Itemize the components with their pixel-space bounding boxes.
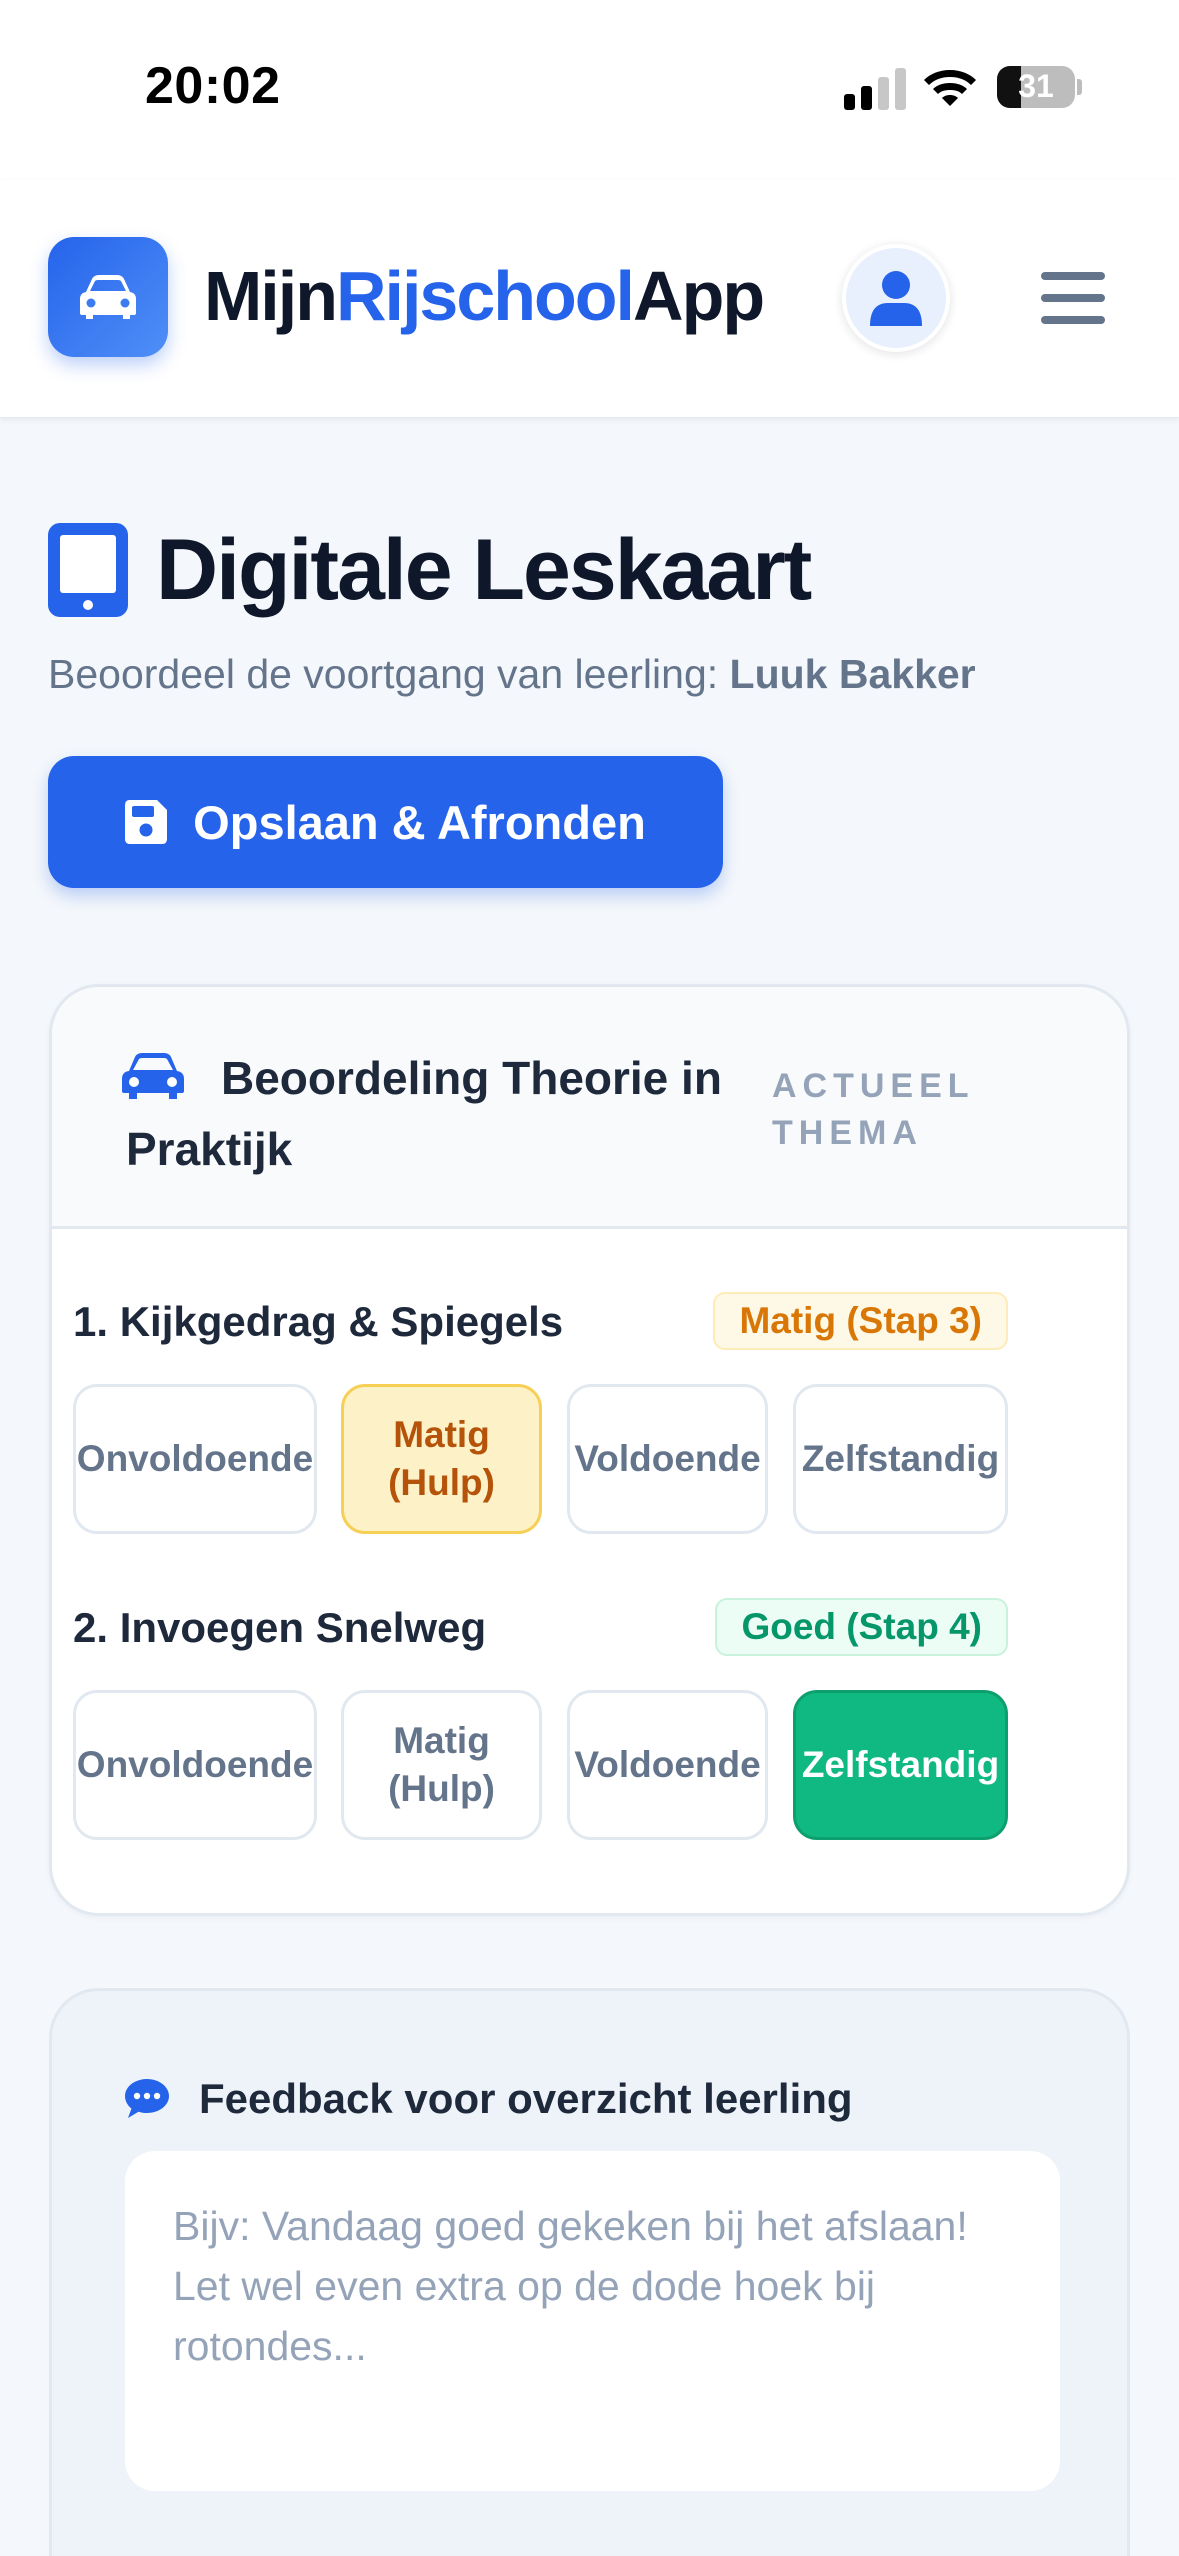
option-matig-hulp-selected[interactable]: Matig (Hulp) bbox=[341, 1384, 542, 1534]
hamburger-menu-icon[interactable] bbox=[1036, 266, 1110, 330]
page-subtitle: Beoordeel de voortgang van leerling: Luu… bbox=[48, 651, 976, 698]
brand-text-app: App bbox=[633, 257, 765, 335]
status-badge: Goed (Stap 4) bbox=[715, 1598, 1008, 1656]
option-voldoende[interactable]: Voldoende bbox=[567, 1690, 768, 1840]
car-icon bbox=[80, 275, 136, 319]
chat-bubble-icon bbox=[125, 2079, 169, 2118]
app-logo[interactable] bbox=[48, 237, 168, 357]
menu-line bbox=[1041, 272, 1105, 280]
menu-line bbox=[1041, 316, 1105, 324]
floppy-disk-icon bbox=[125, 800, 168, 844]
app-header: MijnRijschoolApp bbox=[0, 180, 1179, 418]
cellular-signal-icon bbox=[844, 68, 906, 110]
battery-indicator: 31 bbox=[997, 66, 1075, 108]
user-icon bbox=[870, 271, 922, 326]
option-onvoldoende[interactable]: Onvoldoende bbox=[73, 1384, 317, 1534]
brand-text-mijn: Mijn bbox=[204, 257, 338, 335]
criterion-label: 1. Kijkgedrag & Spiegels bbox=[73, 1298, 564, 1345]
current-theme-tag: ACTUEEL THEMA bbox=[772, 1067, 974, 1152]
save-and-finish-button[interactable]: Opslaan & Afronden bbox=[48, 756, 723, 888]
option-label-matig: Matig (Hulp) bbox=[388, 1720, 495, 1809]
feedback-textarea[interactable] bbox=[125, 2151, 1060, 2491]
feedback-title: Feedback voor overzicht leerling bbox=[199, 2075, 853, 2122]
battery-percentage: 31 bbox=[1018, 68, 1054, 104]
save-button-label: Opslaan & Afronden bbox=[193, 795, 646, 849]
tablet-icon bbox=[48, 523, 128, 617]
status-time: 20:02 bbox=[145, 57, 281, 115]
status-bar: 20:02 31 bbox=[0, 0, 1179, 180]
rating-card-header: Beoordeling Theorie in Praktijk ACTUEEL … bbox=[52, 987, 1127, 1229]
page-title: Digitale Leskaart bbox=[156, 521, 812, 618]
menu-line bbox=[1041, 294, 1105, 302]
option-voldoende[interactable]: Voldoende bbox=[567, 1384, 768, 1534]
option-matig-hulp[interactable]: Matig (Hulp) bbox=[341, 1690, 542, 1840]
feedback-card: Feedback voor overzicht leerling bbox=[49, 1988, 1130, 2556]
criterion-label: 2. Invoegen Snelweg bbox=[73, 1604, 487, 1651]
subtitle-text: Beoordeel de voortgang van leerling: bbox=[48, 651, 730, 697]
student-name: Luuk Bakker bbox=[729, 651, 976, 697]
feedback-header: Feedback voor overzicht leerling bbox=[125, 2075, 853, 2123]
wifi-icon bbox=[924, 70, 976, 106]
app-title: MijnRijschoolApp bbox=[204, 256, 765, 336]
page-title-row: Digitale Leskaart bbox=[48, 520, 812, 620]
option-label-matig: Matig (Hulp) bbox=[388, 1414, 495, 1503]
profile-button[interactable] bbox=[842, 244, 950, 352]
brand-text-rijschool: Rijschool bbox=[335, 257, 635, 335]
battery-tip bbox=[1077, 79, 1082, 95]
option-onvoldoende[interactable]: Onvoldoende bbox=[73, 1690, 317, 1840]
option-zelfstandig-selected[interactable]: Zelfstandig bbox=[793, 1690, 1008, 1840]
rating-card-title: Beoordeling Theorie in Praktijk bbox=[126, 1052, 722, 1175]
status-badge: Matig (Stap 3) bbox=[713, 1292, 1008, 1350]
option-zelfstandig[interactable]: Zelfstandig bbox=[793, 1384, 1008, 1534]
